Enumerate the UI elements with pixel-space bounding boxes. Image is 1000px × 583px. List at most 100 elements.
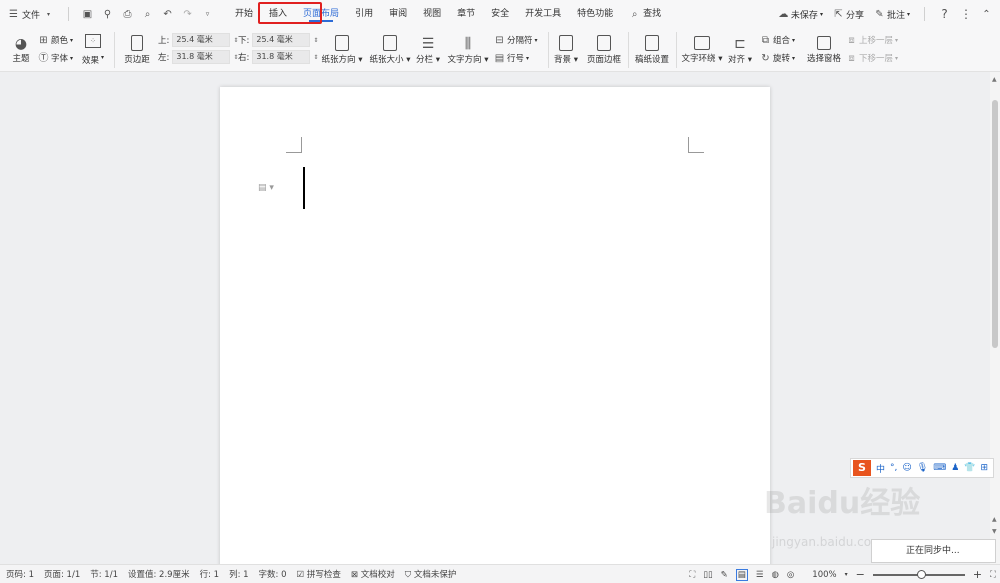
comment-button[interactable]: ✎ 批注 ▾ [874, 8, 910, 21]
user-icon[interactable]: ♟ [951, 463, 959, 473]
line-number-button[interactable]: ▤ 行号 ▾ [494, 52, 529, 65]
share-button[interactable]: ⇱ 分享 [833, 8, 864, 21]
status-section[interactable]: 节: 1/1 [90, 568, 118, 580]
microphone-icon[interactable]: 🎙 [917, 463, 928, 473]
redo-icon[interactable]: ↷ [182, 9, 193, 20]
page-border-button[interactable]: 页面边框 [584, 32, 624, 68]
effect-button[interactable]: ⁘ 效果 ▾ [82, 34, 104, 66]
chevron-down-icon[interactable]: ▾ [845, 571, 848, 578]
fullscreen-icon[interactable]: ⛶ [689, 570, 695, 580]
pen-icon[interactable]: ✎ [721, 570, 728, 580]
tab-references[interactable]: 引用 [347, 0, 381, 28]
margins-button[interactable]: 页边距 [120, 32, 154, 68]
print-preview-icon[interactable]: ⌕ [142, 9, 153, 20]
theme-button[interactable]: ◕ 主题 [8, 32, 34, 68]
status-row[interactable]: 行: 1 [200, 568, 219, 580]
tab-security[interactable]: 安全 [483, 0, 517, 28]
undo-icon[interactable]: ↶ [162, 9, 173, 20]
ime-mode-label[interactable]: 中 [876, 462, 885, 475]
text-direction-button[interactable]: ⫼ 文字方向 ▾ [446, 32, 490, 68]
tab-chapter[interactable]: 章节 [449, 0, 483, 28]
send-backward-button[interactable]: ⧈ 下移一层 ▾ [846, 52, 898, 65]
font-button[interactable]: Ⓣ 字体 ▾ [38, 52, 74, 65]
status-pages[interactable]: 页面: 1/1 [44, 568, 80, 580]
protect-button[interactable]: ⛉ 文档未保护 [405, 568, 457, 580]
customize-icon[interactable]: ▿ [202, 9, 213, 20]
zoom-slider[interactable] [872, 569, 965, 579]
tab-view[interactable]: 视图 [415, 0, 449, 28]
text-wrap-icon [694, 36, 710, 50]
text-cursor [303, 167, 305, 209]
tab-review[interactable]: 审阅 [381, 0, 415, 28]
menu-bar: ☰ 文件 ▾ ▣ ⚲ ⎙ ⌕ ↶ ↷ ▿ 开始 插入 页面布局 引用 审阅 视图… [0, 0, 1000, 28]
tab-home[interactable]: 开始 [227, 0, 261, 28]
margin-left-input[interactable]: 31.8 毫米 [172, 50, 231, 64]
tab-insert[interactable]: 插入 [261, 0, 295, 28]
file-menu[interactable]: ☰ 文件 ▾ [8, 8, 54, 21]
scroll-up-icon[interactable]: ▲ [992, 76, 997, 83]
web-view-icon[interactable]: ◍ [771, 570, 778, 580]
zoom-level[interactable]: 100% [812, 570, 836, 580]
search-button[interactable]: ⌕ 查找 [621, 0, 669, 28]
status-word-count[interactable]: 字数: 0 [259, 568, 287, 580]
grid-icon[interactable]: ⊞ [981, 463, 989, 473]
more-icon[interactable]: ⋮ [960, 8, 972, 20]
bring-forward-button[interactable]: ⧈ 上移一层 ▾ [846, 34, 898, 47]
orientation-button[interactable]: 纸张方向 ▾ [320, 32, 364, 68]
tab-developer[interactable]: 开发工具 [517, 0, 569, 28]
skin-icon[interactable]: 👕 [964, 463, 975, 473]
doc-check-button[interactable]: ⊠ 文档校对 [351, 568, 395, 580]
scroll-page-down-icon[interactable]: ▼ [992, 528, 997, 535]
scrollbar-thumb[interactable] [992, 100, 998, 348]
paper-size-button[interactable]: 纸张大小 ▾ [368, 32, 412, 68]
scroll-page-up-icon[interactable]: ▲ [992, 516, 997, 523]
keyboard-icon[interactable]: ⌨ [933, 463, 946, 473]
spell-check-button[interactable]: ☑ 拼写检查 [297, 568, 341, 580]
collapse-icon[interactable]: ⌃ [981, 9, 992, 20]
zoom-in-icon[interactable]: + [973, 568, 982, 581]
file-menu-label: 文件 [22, 10, 41, 21]
emoji-icon[interactable]: ☺ [902, 463, 911, 473]
vertical-scrollbar[interactable]: ▲ ▲ ▼ [990, 72, 1000, 564]
paragraph-layout-icon[interactable]: ▤ ▾ [258, 183, 274, 193]
unsaved-button[interactable]: ☁ 未保存 ▾ [778, 8, 823, 21]
text-wrap-button[interactable]: 文字环绕 ▾ [680, 32, 724, 68]
tab-special[interactable]: 特色功能 [569, 0, 621, 28]
separator-button[interactable]: ⊟ 分隔符 ▾ [494, 34, 537, 47]
margin-right-input[interactable]: 31.8 毫米 [252, 50, 311, 64]
stepper-icon[interactable]: ⇕ [313, 54, 318, 61]
line-number-icon: ▤ [494, 52, 505, 64]
align-button[interactable]: ⊏ 对齐 ▾ [726, 32, 754, 68]
stepper-icon[interactable]: ⇕ [313, 37, 318, 44]
manuscript-button[interactable]: 稿纸设置 [632, 32, 672, 68]
print-icon[interactable]: ⎙ [122, 9, 133, 20]
background-button[interactable]: 背景 ▾ [552, 32, 580, 68]
fit-page-icon[interactable]: ⛶ [990, 570, 996, 580]
group-button[interactable]: ⧉ 组合 ▾ [760, 34, 795, 47]
tab-page-layout[interactable]: 页面布局 [295, 0, 347, 28]
format-painter-icon[interactable]: ⚲ [102, 9, 113, 20]
help-icon[interactable]: ? [939, 8, 950, 20]
margin-top-input[interactable]: 25.4 毫米 [172, 33, 231, 47]
columns-button[interactable]: ☰ 分栏 ▾ [414, 32, 442, 68]
status-position[interactable]: 设置值: 2.9厘米 [128, 568, 190, 580]
rotate-button[interactable]: ↻ 旋转 ▾ [760, 52, 795, 65]
color-button[interactable]: ⊞ 颜色 ▾ [38, 34, 73, 47]
page-view-icon[interactable]: ▤ [735, 568, 748, 581]
status-page-num[interactable]: 页码: 1 [6, 568, 34, 580]
save-icon[interactable]: ▣ [82, 9, 93, 20]
eye-protect-icon[interactable]: ◎ [787, 570, 794, 580]
outline-view-icon[interactable]: ☰ [756, 570, 764, 580]
text-wrap-label: 文字环绕 [681, 54, 716, 64]
punctuation-icon[interactable]: °, [890, 463, 897, 473]
reading-view-icon[interactable]: ▯▯ [703, 570, 712, 580]
ime-toolbar[interactable]: S 中 °, ☺ 🎙 ⌨ ♟ 👕 ⊞ [850, 458, 994, 478]
status-col[interactable]: 列: 1 [229, 568, 248, 580]
selection-pane-button[interactable]: 选择窗格 [804, 32, 844, 68]
margin-right: 右: 31.8 毫米 ⇕ [238, 50, 318, 64]
zoom-out-icon[interactable]: − [856, 568, 865, 581]
margin-bottom-input[interactable]: 25.4 毫米 [252, 33, 311, 47]
quick-access: ▣ ⚲ ⎙ ⌕ ↶ ↷ ▿ [64, 7, 213, 21]
document-page[interactable]: ▤ ▾ [220, 87, 770, 564]
zoom-slider-knob[interactable] [916, 569, 926, 579]
